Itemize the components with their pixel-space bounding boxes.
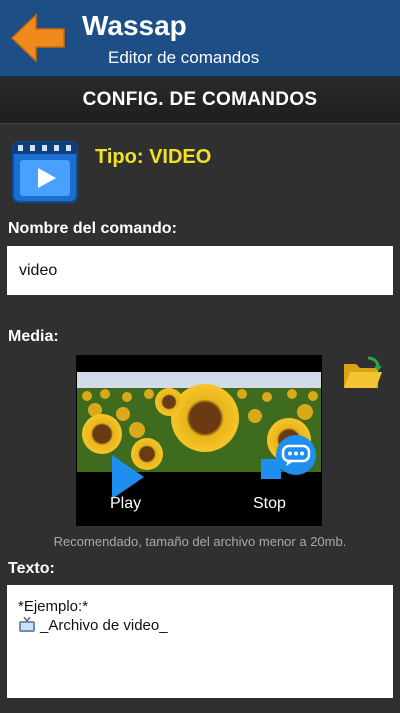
video-file-icon — [12, 141, 78, 203]
tv-icon — [19, 617, 35, 632]
media-label: Media: — [8, 328, 59, 345]
chat-bubble-icon[interactable] — [274, 433, 318, 477]
section-title: CONFIG. DE COMANDOS — [82, 89, 318, 110]
text-line-2-content: _Archivo de video_ — [40, 617, 168, 634]
text-line-1: *Ejemplo:* — [18, 598, 89, 615]
media-player: Play Stop — [76, 355, 322, 526]
play-label: Play — [110, 495, 142, 512]
section-header: CONFIG. DE COMANDOS — [0, 77, 400, 124]
message-text-area[interactable]: *Ejemplo:* _Archivo de video_ — [7, 585, 393, 698]
name-label: Nombre del comando: — [8, 220, 177, 237]
command-name-input[interactable] — [7, 246, 393, 295]
file-size-hint: Recomendado, tamaño del archivo menor a … — [53, 534, 347, 549]
app-bar: Wassap Editor de comandos — [0, 0, 400, 77]
stop-label: Stop — [253, 495, 286, 512]
folder-open-icon[interactable] — [342, 356, 384, 392]
type-label: Tipo: VIDEO — [95, 146, 212, 168]
text-line-2: _Archivo de video_ — [18, 616, 382, 635]
arrow-left-icon[interactable] — [10, 12, 66, 64]
app-subtitle: Editor de comandos — [108, 48, 260, 67]
text-label: Texto: — [8, 560, 55, 577]
app-title: Wassap — [82, 10, 187, 41]
